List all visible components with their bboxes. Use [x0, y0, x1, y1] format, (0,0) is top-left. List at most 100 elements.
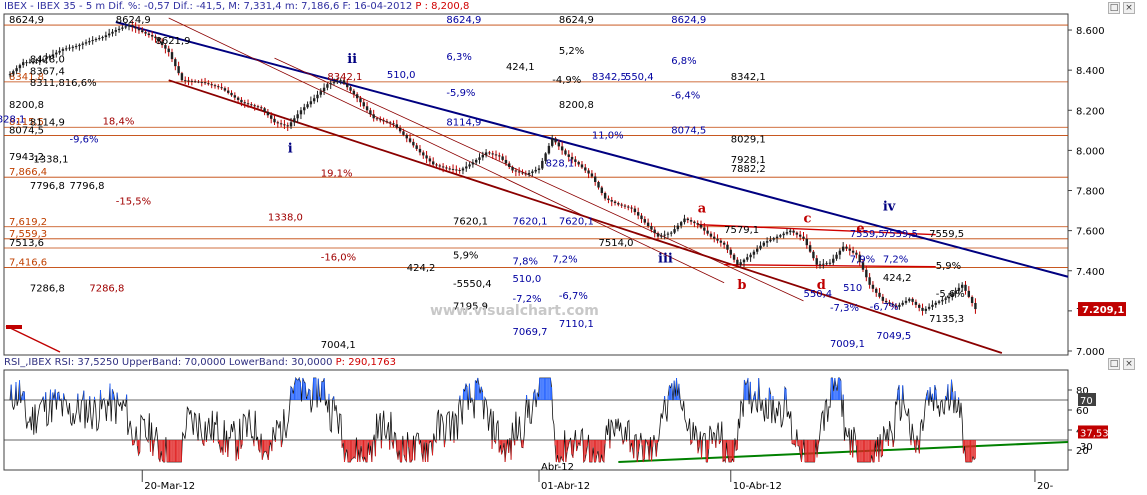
annotation-3: 8367,4 [30, 67, 65, 78]
annotation-58: 7559,5 [850, 229, 885, 240]
candle-body [418, 148, 422, 153]
candle-body [670, 232, 673, 234]
candle-body [597, 181, 600, 188]
annotation-38: 8342,1 [731, 72, 766, 83]
min-label: m: [284, 1, 298, 12]
annotation-42: 7620,1 [453, 217, 488, 228]
candle-body [428, 158, 432, 162]
candle-body [114, 30, 117, 32]
annotation-45: 7514,0 [599, 238, 634, 249]
candle-body [600, 187, 604, 194]
rsi-close-icon[interactable]: × [1123, 358, 1135, 370]
wave-label-5: b [737, 278, 746, 293]
candle-body [61, 49, 65, 51]
candle-body [375, 118, 379, 120]
y-tick-label-5: 8.000 [1076, 146, 1105, 157]
candle-body [627, 206, 630, 208]
annotation-26: 5,2% [559, 46, 584, 57]
close-window-icon[interactable]: × [1123, 2, 1135, 14]
candle-body [961, 284, 964, 288]
annotation-7: 18,4% [103, 116, 135, 127]
candle-body [435, 164, 438, 166]
candle-body [240, 99, 243, 103]
candle-body [117, 28, 121, 31]
date-value: 16-04-2012 [354, 1, 413, 12]
candle-body [517, 171, 521, 173]
candle-body [193, 81, 197, 83]
candle-body [91, 40, 94, 42]
y-tick-label-7: 8.400 [1076, 66, 1105, 77]
candle-body [81, 43, 84, 45]
restore-window-icon[interactable]: □ [1108, 2, 1120, 14]
candle-body [484, 152, 488, 155]
rsi-restore-icon[interactable]: □ [1108, 358, 1120, 370]
dif-value: -41,5 [196, 1, 222, 12]
candle-body [352, 90, 356, 95]
annotation-28: -4,9% [552, 75, 581, 86]
annotation-10: 7796,8 [30, 181, 65, 192]
candle-body [970, 296, 974, 303]
annotation-22: 510,0 [387, 70, 416, 81]
wave-label-0: ii [347, 52, 357, 67]
candle-body [603, 193, 607, 199]
candle-body [200, 81, 203, 83]
candle-body [230, 92, 233, 96]
candle-body [825, 263, 828, 265]
candle-body [795, 232, 799, 235]
candle-body [385, 121, 389, 123]
candle-body [918, 304, 921, 308]
annotation-4: 8311,816,6% [30, 78, 97, 89]
candle-body [765, 241, 769, 243]
annotation-43: 7620,1 [513, 217, 548, 228]
chart-canvas[interactable]: 8624,98341,88200,88115,58074,57943,27,86… [0, 0, 1147, 495]
wave-label-6: c [804, 212, 812, 227]
candle-body [726, 244, 729, 250]
candle-body [785, 232, 789, 234]
annotation-8: -9,6% [70, 134, 99, 145]
wave-label-7: d [817, 278, 826, 293]
candle-body [455, 169, 458, 171]
candle-body [547, 145, 551, 154]
candle-body [180, 73, 184, 81]
wave-label-3: iv [883, 200, 896, 215]
annotation-69: -6,7% [870, 302, 899, 313]
price-label: P : [415, 1, 428, 12]
candle-body [557, 142, 561, 147]
annotation-62: 7,2% [883, 255, 908, 266]
annotation-25: 8624,9 [559, 15, 594, 26]
candle-body [167, 48, 170, 53]
candle-body [491, 153, 494, 155]
candle-body [679, 222, 683, 226]
candle-body [389, 122, 392, 124]
candle-body [319, 91, 322, 95]
candle-body [12, 71, 15, 75]
candle-body [673, 229, 676, 233]
candle-body [686, 218, 689, 221]
candle-body [650, 226, 653, 230]
candle-body [74, 46, 78, 48]
candle-body [508, 163, 511, 167]
candle-body [253, 105, 256, 107]
max-value: 7,331,4 [243, 1, 282, 12]
annotation-68: -7,3% [830, 303, 859, 314]
candle-body [124, 26, 127, 28]
annotation-17: -16,0% [321, 253, 356, 264]
candle-body [845, 246, 848, 249]
candle-body [851, 250, 855, 253]
candle-body [58, 50, 61, 53]
annotation-33: 828,1 [546, 158, 575, 169]
candle-body [98, 38, 101, 40]
candle-body [372, 114, 375, 119]
candle-body [577, 161, 580, 165]
dif-pct-label: Dif. %: [108, 1, 141, 12]
candle-body [177, 66, 180, 74]
candle-body [610, 200, 613, 202]
candle-body [213, 85, 217, 87]
candle-body [590, 173, 594, 177]
candle-body [521, 172, 524, 174]
candle-body [865, 269, 868, 278]
annotation-18: 7004,1 [321, 340, 356, 351]
candle-body [908, 298, 911, 301]
wave-label-2: iii [658, 252, 673, 267]
candle-body [498, 155, 501, 157]
